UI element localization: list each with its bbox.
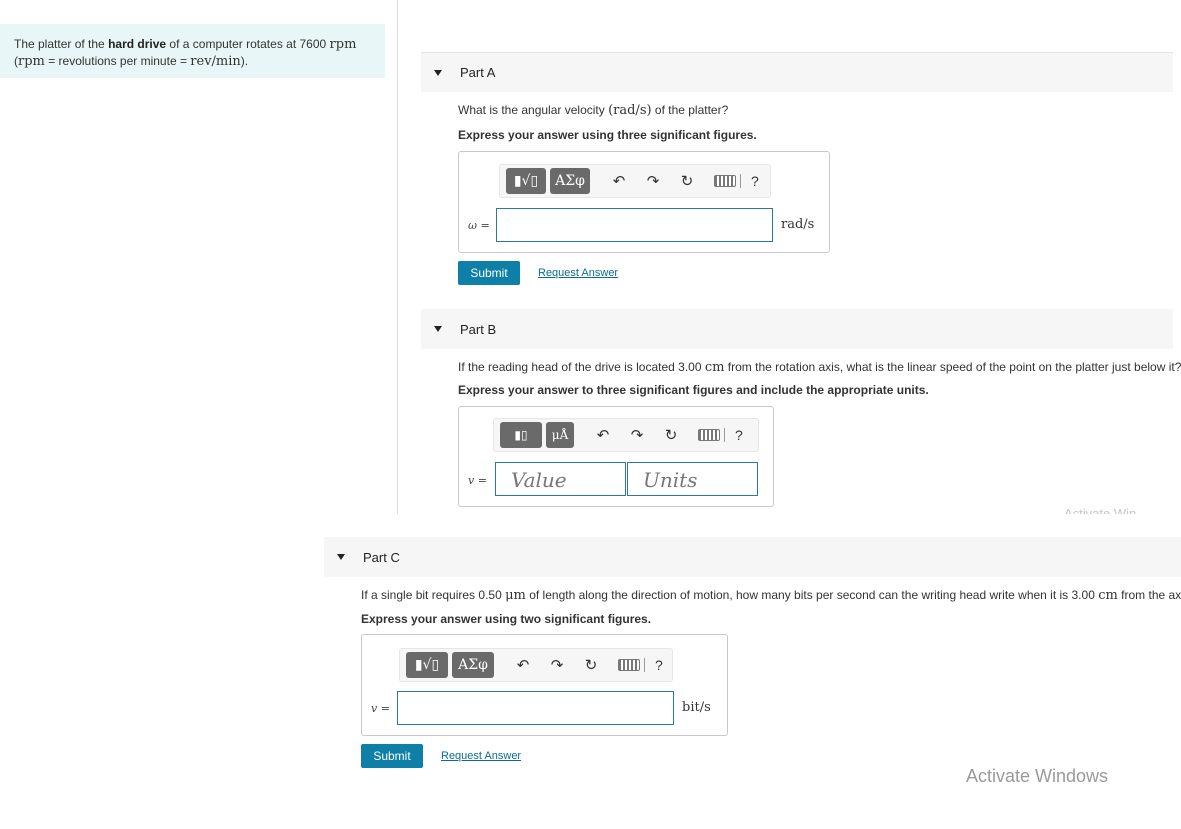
part-b-instruction: Express your answer to three significant… [458,383,929,397]
problem-statement: The platter of the hard drive of a compu… [0,24,385,78]
part-c-answer-box: ▮√▯ ΑΣφ ↶ ↷ ↻ ? v = bit/s [361,634,728,736]
v-label: v = [371,702,390,715]
part-a-answer-box: ▮√▯ ΑΣφ ↶ ↷ ↻ ? ω = rad/s [458,151,830,253]
part-c-request-answer-link[interactable]: Request Answer [441,750,521,762]
keyboard-icon[interactable] [698,429,720,441]
symbols-button[interactable]: ΑΣφ [452,652,494,678]
part-c-title: Part C [363,549,400,565]
units-input[interactable]: Units [627,462,758,496]
undo-icon[interactable]: ↶ [602,172,636,190]
toolbar-separator [644,658,645,672]
collapse-triangle-icon[interactable] [337,554,345,560]
collapse-triangle-icon[interactable] [434,326,442,332]
omega-unit-label: rad/s [781,217,815,232]
help-button[interactable]: ? [735,427,743,443]
part-b-math-toolbar: ▮▯ μÅ ↶ ↷ ↻ ? [493,418,759,452]
part-c-math-toolbar: ▮√▯ ΑΣφ ↶ ↷ ↻ ? [399,648,673,682]
reset-icon[interactable]: ↻ [654,426,688,444]
part-a-header[interactable]: Part A [421,52,1173,92]
collapse-triangle-icon[interactable] [434,69,442,76]
part-a-question: What is the angular velocity (rad/s) of … [458,103,729,118]
toolbar-separator [740,174,741,188]
undo-icon[interactable]: ↶ [586,426,620,444]
keyboard-icon[interactable] [618,659,640,671]
redo-icon[interactable]: ↷ [636,172,670,190]
v-label: v = [468,474,487,487]
value-placeholder: Value [511,468,567,492]
units-button[interactable]: μÅ [546,422,574,448]
part-c-instruction: Express your answer using two significan… [361,612,652,626]
part-b-header[interactable]: Part B [421,309,1173,349]
units-template-button[interactable]: ▮▯ [500,422,542,448]
undo-icon[interactable]: ↶ [506,656,540,674]
redo-icon[interactable]: ↷ [620,426,654,444]
value-input[interactable]: Value [495,462,626,496]
part-b-answer-box: ▮▯ μÅ ↶ ↷ ↻ ? v = Value Units [458,406,774,507]
part-c-question: If a single bit requires 0.50 μm of leng… [361,588,1181,603]
help-button[interactable]: ? [751,173,759,189]
keyboard-icon[interactable] [714,175,736,187]
template-button[interactable]: ▮√▯ [406,652,448,678]
reset-icon[interactable]: ↻ [574,656,608,674]
activate-windows-watermark: Activate Windows [966,766,1109,786]
problem-bold-term: hard drive [108,37,167,51]
symbols-button[interactable]: ΑΣφ [550,168,590,194]
problem-line-2: (rpm = revolutions per minute = rev/min)… [14,54,249,69]
part-b-question: If the reading head of the drive is loca… [458,360,1181,375]
part-c-submit-button[interactable]: Submit [361,744,423,768]
column-divider [397,0,398,514]
toolbar-separator [724,428,725,442]
template-button[interactable]: ▮√▯ [506,168,546,194]
redo-icon[interactable]: ↷ [540,656,574,674]
omega-answer-input[interactable] [496,208,773,242]
part-c-header[interactable]: Part C [324,537,1181,577]
help-button[interactable]: ? [655,657,663,673]
omega-label: ω = [468,219,490,232]
part-a-request-answer-link[interactable]: Request Answer [538,267,618,279]
part-a-title: Part A [460,65,496,80]
units-placeholder: Units [643,468,698,492]
problem-line-1: The platter of the hard drive of a compu… [14,37,357,52]
part-a-submit-button[interactable]: Submit [458,261,520,285]
part-a-instruction: Express your answer using three signific… [458,128,757,142]
bits-unit-label: bit/s [682,700,711,715]
activate-windows-watermark-partial: Activate Win [1064,506,1137,514]
part-b-title: Part B [460,321,497,337]
bits-answer-input[interactable] [397,691,674,725]
part-a-math-toolbar: ▮√▯ ΑΣφ ↶ ↷ ↻ ? [499,164,771,198]
reset-icon[interactable]: ↻ [670,172,704,190]
